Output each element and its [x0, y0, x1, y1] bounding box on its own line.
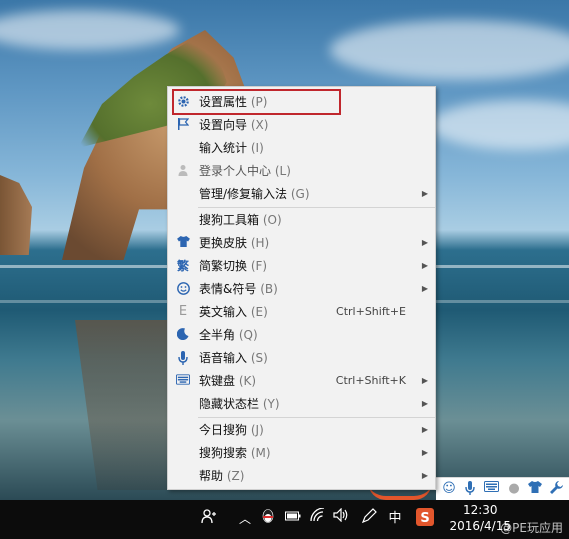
menu-item-today-sogou[interactable]: 今日搜狗 (J) ▶ [168, 419, 435, 441]
submenu-arrow-icon: ▶ [421, 471, 428, 480]
sogou-tray-icon[interactable]: S [414, 508, 436, 530]
submenu-arrow-icon: ▶ [421, 376, 428, 385]
menu-item-simplified-traditional[interactable]: 繁 简繁切换 (F) ▶ [168, 255, 435, 277]
microphone-icon [176, 351, 190, 365]
cloud [330, 20, 569, 80]
ime-context-menu: 设置属性 (P) 设置向导 (X) 输入统计 (I) 登录个人中心 (L) 管理… [167, 86, 436, 490]
pen-icon[interactable] [359, 508, 379, 530]
cloud [430, 100, 569, 150]
wrench-icon[interactable] [548, 481, 564, 497]
menu-item-help[interactable]: 帮助 (Z) ▶ [168, 465, 435, 487]
watermark-text: @PE玩应用 [500, 521, 563, 535]
keyboard-icon[interactable] [483, 481, 499, 497]
menu-separator [198, 207, 435, 208]
menu-item-soft-keyboard[interactable]: 软键盘 (K) Ctrl+Shift+K ▶ [168, 370, 435, 392]
people-icon[interactable] [198, 508, 220, 530]
menu-item-manage-repair[interactable]: 管理/修复输入法 (G) ▶ [168, 183, 435, 205]
taskbar: ︿ 中 S 12:30 2016/4/15 @PE玩应用 [0, 500, 569, 539]
submenu-arrow-icon: ▶ [421, 399, 428, 408]
submenu-arrow-icon: ▶ [421, 284, 428, 293]
smiley-icon [176, 282, 190, 296]
menu-item-change-skin[interactable]: 更换皮肤 (H) ▶ [168, 232, 435, 254]
ime-status-bar: ☺ ● [436, 477, 569, 501]
menu-item-english-input[interactable]: E 英文输入 (E) Ctrl+Shift+E [168, 301, 435, 323]
wifi-icon[interactable] [309, 507, 327, 530]
moon-icon [176, 328, 190, 342]
microphone-icon[interactable] [462, 481, 478, 497]
menu-item-setup-wizard[interactable]: 设置向导 (X) [168, 114, 435, 136]
battery-icon[interactable] [284, 508, 302, 530]
menu-separator [198, 417, 435, 418]
shirt-icon[interactable] [527, 481, 543, 497]
submenu-arrow-icon: ▶ [421, 238, 428, 247]
submenu-arrow-icon: ▶ [421, 189, 428, 198]
qq-penguin-icon[interactable] [259, 508, 277, 530]
menu-item-login[interactable]: 登录个人中心 (L) [168, 160, 435, 182]
shortcut-text: Ctrl+Shift+E [336, 305, 406, 318]
english-e-icon: E [178, 304, 188, 319]
left-rock [0, 175, 32, 255]
submenu-arrow-icon: ▶ [421, 261, 428, 270]
submenu-arrow-icon: ▶ [421, 425, 428, 434]
menu-item-input-stats[interactable]: 输入统计 (I) [168, 137, 435, 159]
flag-icon [176, 118, 190, 132]
chevron-up-icon[interactable]: ︿ [236, 508, 254, 530]
submenu-arrow-icon: ▶ [421, 448, 428, 457]
menu-item-sogou-search[interactable]: 搜狗搜索 (M) ▶ [168, 442, 435, 464]
clock-time: 12:30 [462, 503, 498, 517]
menu-item-emoji-symbols[interactable]: 表情&符号 (B) ▶ [168, 278, 435, 300]
smiley-icon[interactable]: ☺ [441, 481, 457, 497]
highlight-box [172, 89, 341, 115]
menu-item-hide-status-bar[interactable]: 隐藏状态栏 (Y) ▶ [168, 393, 435, 415]
shirt-icon [176, 236, 190, 250]
svg-text:S: S [420, 511, 429, 526]
ime-mode-indicator[interactable]: 中 [385, 508, 405, 530]
cloud [0, 10, 180, 50]
keyboard-icon [176, 374, 190, 388]
traditional-char-icon: 繁 [176, 259, 189, 273]
user-icon [176, 164, 190, 178]
menu-item-toolbox[interactable]: 搜狗工具箱 (O) [168, 209, 435, 231]
volume-icon[interactable] [331, 507, 351, 530]
user-icon[interactable]: ● [506, 481, 522, 497]
shortcut-text: Ctrl+Shift+K [335, 374, 406, 387]
menu-item-full-half-width[interactable]: 全半角 (Q) [168, 324, 435, 346]
menu-item-voice-input[interactable]: 语音输入 (S) [168, 347, 435, 369]
